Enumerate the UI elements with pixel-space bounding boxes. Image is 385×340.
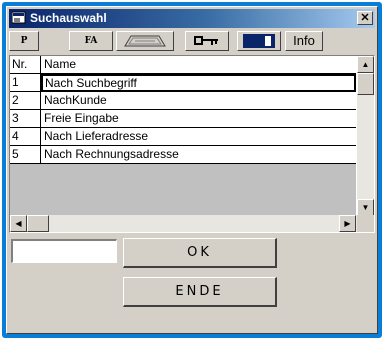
p-button[interactable]: P xyxy=(9,31,39,51)
scroll-up-icon[interactable]: ▲ xyxy=(357,56,374,73)
window-title: Suchauswahl xyxy=(30,11,107,25)
table-row[interactable]: 3 Freie Eingabe xyxy=(10,110,356,128)
toolbar: P FA Info xyxy=(9,30,375,52)
grid-header: Nr. Name xyxy=(10,56,356,74)
search-input[interactable] xyxy=(11,239,117,263)
scroll-left-icon[interactable]: ◀ xyxy=(10,215,27,232)
table-row[interactable]: 4 Nach Lieferadresse xyxy=(10,128,356,146)
row-nr: 1 xyxy=(10,74,41,92)
end-button[interactable]: ENDE xyxy=(123,277,277,307)
vertical-scrollbar[interactable]: ▲ ▼ xyxy=(357,56,374,216)
row-name: Freie Eingabe xyxy=(41,110,356,128)
key-button[interactable] xyxy=(185,31,229,51)
scroll-right-icon[interactable]: ▶ xyxy=(339,215,356,232)
scroll-down-icon[interactable]: ▼ xyxy=(357,199,374,216)
window-button[interactable] xyxy=(237,31,281,51)
row-name: Nach Lieferadresse xyxy=(41,128,356,146)
grid-body: Nr. Name 1 Nach Suchbegriff 2 NachKunde … xyxy=(10,56,356,216)
fa-button[interactable]: FA xyxy=(69,31,113,51)
window-frame: Suchauswahl ✕ P FA Info Nr. Name 1 Nach … xyxy=(2,2,382,338)
row-nr: 3 xyxy=(10,110,41,128)
column-header-name[interactable]: Name xyxy=(41,56,356,74)
table-row[interactable]: 1 Nach Suchbegriff xyxy=(10,74,356,92)
row-name: NachKunde xyxy=(41,92,356,110)
window-icon xyxy=(243,34,275,48)
row-name: Nach Rechnungsadresse xyxy=(41,146,356,164)
table-row[interactable]: 2 NachKunde xyxy=(10,92,356,110)
row-nr: 4 xyxy=(10,128,41,146)
info-button[interactable]: Info xyxy=(285,31,323,51)
title-bar[interactable]: Suchauswahl ✕ xyxy=(9,9,375,28)
keyboard-button[interactable] xyxy=(116,31,174,51)
horizontal-scroll-thumb[interactable] xyxy=(27,215,49,232)
ok-button[interactable]: OK xyxy=(123,238,277,268)
column-header-nr[interactable]: Nr. xyxy=(10,56,41,74)
row-name: Nach Suchbegriff xyxy=(41,74,356,92)
key-icon xyxy=(194,36,218,45)
keyboard-icon xyxy=(124,35,166,47)
app-icon xyxy=(12,11,26,24)
dialog: Suchauswahl ✕ P FA Info Nr. Name 1 Nach … xyxy=(6,6,378,334)
table-row[interactable]: 5 Nach Rechnungsadresse xyxy=(10,146,356,164)
scroll-corner xyxy=(357,215,374,232)
vertical-scroll-thumb[interactable] xyxy=(357,73,374,95)
close-button[interactable]: ✕ xyxy=(357,11,373,25)
horizontal-scrollbar[interactable]: ◀ ▶ xyxy=(10,215,374,232)
row-nr: 5 xyxy=(10,146,41,164)
row-nr: 2 xyxy=(10,92,41,110)
selection-grid[interactable]: Nr. Name 1 Nach Suchbegriff 2 NachKunde … xyxy=(9,55,375,233)
